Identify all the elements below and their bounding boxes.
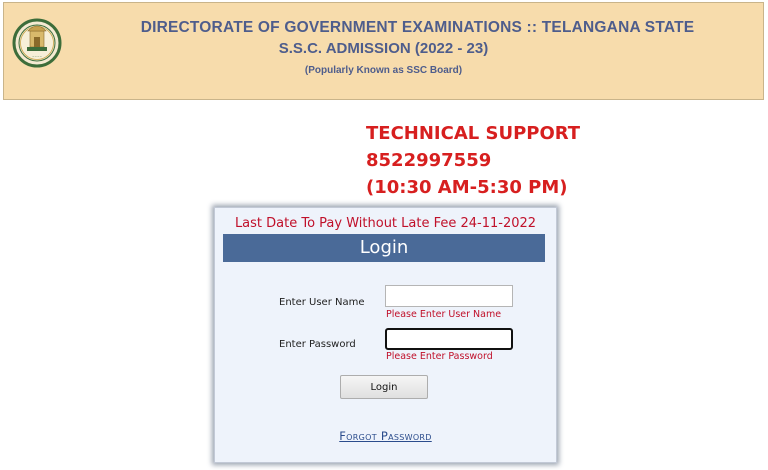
password-error: Please Enter Password xyxy=(386,351,493,362)
username-error: Please Enter User Name xyxy=(386,309,502,320)
login-button[interactable]: Login xyxy=(340,375,428,399)
page-header: ~~~~ DIRECTORATE OF GOVERNMENT EXAMINATI… xyxy=(3,2,764,100)
login-heading: Login xyxy=(223,234,545,262)
username-label: Enter User Name xyxy=(279,297,365,308)
support-hours: (10:30 AM-5:30 PM) xyxy=(366,177,568,198)
password-input[interactable] xyxy=(385,328,513,350)
board-subtitle: (Popularly Known as SSC Board) xyxy=(304,65,463,76)
login-panel: Last Date To Pay Without Late Fee 24-11-… xyxy=(214,207,557,463)
password-label: Enter Password xyxy=(279,339,356,350)
forgot-password-link[interactable]: Forgot Password xyxy=(215,429,556,443)
admission-title: S.S.C. ADMISSION (2022 - 23) xyxy=(278,40,489,57)
fee-deadline-notice: Last Date To Pay Without Late Fee 24-11-… xyxy=(234,216,537,231)
support-phone: 8522997559 xyxy=(366,150,492,171)
username-input[interactable] xyxy=(385,285,513,307)
directorate-title: DIRECTORATE OF GOVERNMENT EXAMINATIONS :… xyxy=(140,19,695,36)
support-title: TECHNICAL SUPPORT xyxy=(366,123,581,144)
technical-support-block: TECHNICAL SUPPORT 8522997559 (10:30 AM-5… xyxy=(366,120,580,201)
